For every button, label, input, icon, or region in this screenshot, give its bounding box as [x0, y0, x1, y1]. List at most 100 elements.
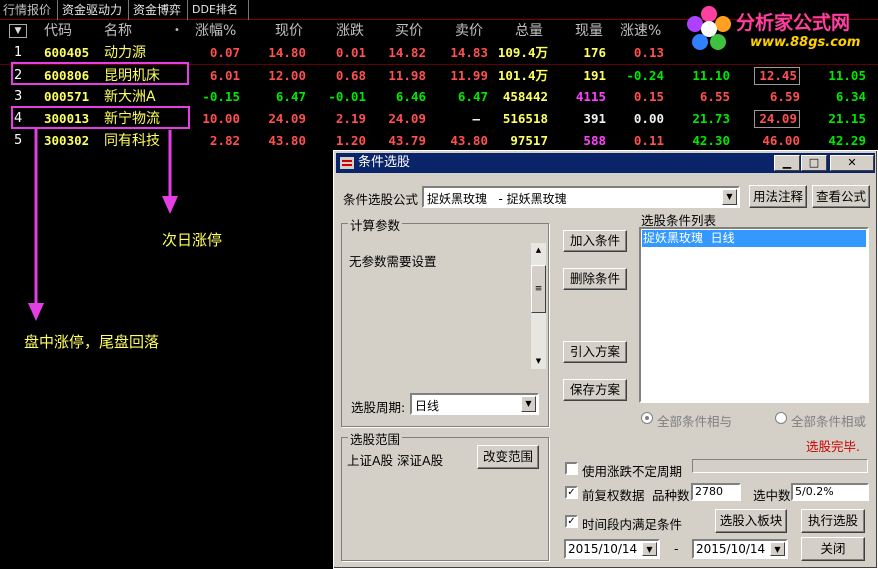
site-logo: 分析家公式网 www.88gs.com — [684, 2, 878, 58]
stock-screener-dialog: 条件选股 ▁ □ ✕ 条件选股公式 捉妖黑玫瑰 - 捉妖黑玫瑰 ▼ 用法注释 查… — [333, 150, 878, 569]
period-select-value: 日线 — [415, 399, 440, 413]
volume: 516518 — [502, 111, 548, 126]
radio-and-label: 全部条件相与 — [657, 414, 733, 429]
formula-select[interactable]: 捉妖黑玫瑰 - 捉妖黑玫瑰 ▼ — [422, 186, 740, 208]
annotation-next-day: 次日涨停 — [162, 231, 223, 249]
col-change[interactable]: 涨跌 — [336, 20, 364, 42]
col-volume[interactable]: 总量 — [515, 20, 543, 42]
status-text: 选股完毕. — [806, 439, 860, 454]
ask: — — [472, 111, 480, 126]
params-scrollbar[interactable]: ▲ ≡ ▼ — [531, 243, 546, 369]
col-ask[interactable]: 卖价 — [455, 20, 483, 42]
ask: 11.99 — [450, 68, 488, 83]
selected-label: 选中数 — [753, 488, 791, 503]
dialog-titlebar[interactable]: 条件选股 ▁ □ ✕ — [336, 153, 875, 173]
chevron-down-icon[interactable]: ▼ — [770, 542, 785, 556]
current-volume: 176 — [583, 45, 606, 60]
list-item[interactable]: 捉妖黑玫瑰 日线 — [642, 230, 866, 247]
bid: 11.98 — [388, 68, 426, 83]
execute-screen-button[interactable]: 执行选股 — [801, 509, 865, 533]
ask: 6.47 — [457, 89, 488, 104]
ask: 14.83 — [450, 45, 488, 60]
formula-select-value: 捉妖黑玫瑰 - 捉妖黑玫瑰 — [427, 192, 567, 206]
date-from-select[interactable]: 2015/10/14 ▼ — [564, 539, 660, 559]
progress-bar — [692, 459, 868, 473]
speed: 0.11 — [633, 133, 664, 148]
extra-col-1: 6.55 — [699, 89, 730, 104]
count-label: 品种数 — [652, 488, 690, 503]
speed: -0.24 — [626, 68, 664, 83]
formula-label: 条件选股公式 — [343, 192, 419, 207]
col-bid[interactable]: 买价 — [395, 20, 423, 42]
speed: 0.13 — [633, 45, 664, 60]
close-icon[interactable]: ✕ — [830, 155, 874, 171]
extra-col-3: 42.29 — [828, 133, 866, 148]
dialog-title: 条件选股 — [358, 155, 411, 170]
extra-col-1: 42.30 — [692, 133, 730, 148]
volume: 458442 — [502, 89, 548, 104]
condition-list[interactable]: 捉妖黑玫瑰 日线 — [639, 227, 869, 403]
delete-condition-button[interactable]: 删除条件 — [563, 268, 627, 290]
change-range-button[interactable]: 改变范围 — [477, 445, 539, 469]
date-from-value: 2015/10/14 — [568, 542, 638, 556]
close-button[interactable]: 关闭 — [801, 537, 865, 561]
dialog-app-icon — [340, 157, 354, 169]
extra-col-1: 21.73 — [692, 111, 730, 126]
chevron-down-icon[interactable]: ▼ — [521, 396, 536, 412]
radio-or-label: 全部条件相或 — [791, 414, 867, 429]
chevron-down-icon[interactable]: ▼ — [722, 189, 737, 205]
arrow-next-day-head — [162, 196, 178, 214]
annotation-intraday: 盘中涨停，尾盘回落 — [24, 333, 160, 351]
scroll-up-icon[interactable]: ▲ — [531, 243, 546, 258]
add-to-block-button[interactable]: 选股入板块 — [715, 509, 787, 533]
bid: 24.09 — [388, 111, 426, 126]
add-condition-button[interactable]: 加入条件 — [563, 230, 627, 252]
params-group-label: 计算参数 — [348, 215, 403, 234]
save-scheme-button[interactable]: 保存方案 — [563, 379, 627, 401]
bid: 6.46 — [395, 89, 426, 104]
radio-and[interactable] — [641, 412, 653, 424]
extra-col-2: 6.59 — [769, 89, 800, 104]
count-value: 2780 — [691, 483, 741, 501]
view-formula-button[interactable]: 查看公式 — [812, 185, 870, 208]
selected-value: 5/0.2% — [791, 483, 869, 501]
period-select[interactable]: 日线 ▼ — [410, 393, 539, 415]
chevron-down-icon[interactable]: ▼ — [642, 542, 657, 556]
col-speed[interactable]: 涨速% — [620, 20, 661, 42]
scroll-down-icon[interactable]: ▼ — [531, 354, 546, 369]
bid: 14.82 — [388, 45, 426, 60]
date-to-value: 2015/10/14 — [696, 542, 766, 556]
bid: 43.79 — [388, 133, 426, 148]
col-current-vol[interactable]: 现量 — [575, 20, 603, 42]
usage-notes-button[interactable]: 用法注释 — [749, 185, 807, 208]
extra-col-2: 12.45 — [754, 67, 800, 85]
forward-adjust-label: 前复权数据 — [582, 488, 645, 503]
current-volume: 588 — [583, 133, 606, 148]
maximize-button[interactable]: □ — [801, 155, 827, 171]
period-label: 选股周期: — [351, 400, 406, 415]
annotation-arrows — [28, 128, 178, 321]
params-text: 无参数需要设置 — [349, 254, 437, 269]
radio-or[interactable] — [775, 412, 787, 424]
minimize-button[interactable]: ▁ — [774, 155, 800, 171]
range-group-label: 选股范围 — [348, 429, 403, 448]
speed: 0.15 — [633, 89, 664, 104]
extra-col-2: 24.09 — [754, 110, 800, 128]
load-scheme-button[interactable]: 引入方案 — [563, 341, 627, 363]
flower-logo-icon — [687, 6, 731, 50]
scroll-thumb[interactable]: ≡ — [531, 265, 546, 313]
date-to-select[interactable]: 2015/10/14 ▼ — [692, 539, 788, 559]
logo-text: 分析家公式网 — [736, 12, 851, 34]
volatile-period-checkbox[interactable] — [565, 462, 578, 475]
time-range-label: 时间段内满足条件 — [582, 517, 683, 532]
speed: 0.00 — [633, 111, 664, 126]
current-volume: 391 — [583, 111, 606, 126]
arrow-intraday-head — [28, 303, 44, 321]
extra-col-3: 11.05 — [828, 68, 866, 83]
ask: 43.80 — [450, 133, 488, 148]
forward-adjust-checkbox[interactable]: ✓ — [565, 486, 578, 499]
extra-col-3: 21.15 — [828, 111, 866, 126]
current-volume: 4115 — [575, 89, 606, 104]
time-range-checkbox[interactable]: ✓ — [565, 515, 578, 528]
logo-url: www.88gs.com — [750, 35, 861, 50]
